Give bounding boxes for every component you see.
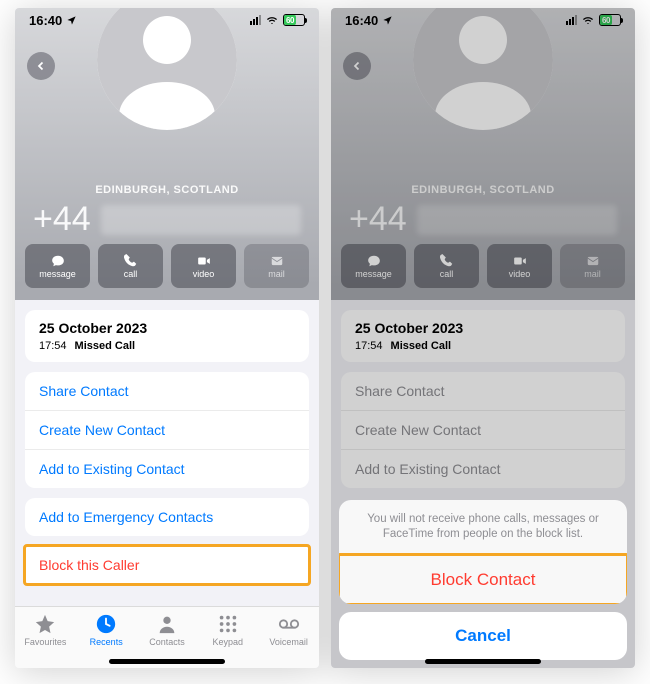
contact-location: EDINBURGH, SCOTLAND [15,184,319,196]
emergency-list: Add to Emergency Contacts [25,498,309,536]
wifi-icon [581,15,595,26]
add-emergency-contacts[interactable]: Add to Emergency Contacts [25,498,309,536]
chevron-left-icon [35,59,47,73]
call-time: 17:54 [355,340,383,352]
signal-icon [250,15,261,25]
add-existing-contact[interactable]: Add to Existing Contact [25,449,309,488]
status-time: 16:40 [345,13,378,28]
add-existing-contact[interactable]: Add to Existing Contact [341,449,625,488]
message-icon [50,254,66,268]
contact-hero: EDINBURGH, SCOTLAND +44 message call vid… [331,8,635,300]
cancel-button[interactable]: Cancel [339,612,627,660]
location-icon [382,15,393,26]
mail-icon [585,254,601,268]
video-button[interactable]: video [171,244,236,288]
keypad-icon [217,613,239,635]
tab-voicemail[interactable]: Voicemail [261,613,317,647]
phone-icon [439,254,455,268]
chevron-left-icon [351,59,363,73]
contact-number: +44 [349,200,617,239]
back-button[interactable] [27,52,55,80]
video-button[interactable]: video [487,244,552,288]
status-bar: 16:40 60 [15,8,319,32]
contact-number: +44 [33,200,301,239]
call-log-card: 25 October 2023 17:54 Missed Call [25,310,309,362]
hero-actions: message call video mail [341,244,625,288]
star-icon [34,613,56,635]
block-this-caller[interactable]: Block this Caller [25,546,309,584]
phone-icon [123,254,139,268]
call-button[interactable]: call [414,244,479,288]
hero-actions: message call video mail [25,244,309,288]
contact-options-list: Share Contact Create New Contact Add to … [25,372,309,488]
mail-button: mail [244,244,309,288]
action-sheet-message: You will not receive phone calls, messag… [339,500,627,555]
message-button[interactable]: message [25,244,90,288]
contact-options-list: Share Contact Create New Contact Add to … [341,372,625,488]
signal-icon [566,15,577,25]
tab-contacts[interactable]: Contacts [139,613,195,647]
content: 25 October 2023 17:54 Missed Call Share C… [15,300,319,606]
create-new-contact[interactable]: Create New Contact [25,410,309,449]
block-contact-button[interactable]: Block Contact [339,555,627,604]
contact-location: EDINBURGH, SCOTLAND [331,184,635,196]
share-contact[interactable]: Share Contact [25,372,309,410]
action-sheet: You will not receive phone calls, messag… [339,500,627,660]
call-log-card: 25 October 2023 17:54 Missed Call [341,310,625,362]
tab-bar: Favourites Recents Contacts Keypad Voice… [15,606,319,668]
status-bar: 16:40 60 [331,8,635,32]
tab-recents[interactable]: Recents [78,613,134,647]
battery-icon: 60 [599,14,621,26]
tab-keypad[interactable]: Keypad [200,613,256,647]
create-new-contact[interactable]: Create New Contact [341,410,625,449]
contact-hero: EDINBURGH, SCOTLAND +44 message call vid… [15,8,319,300]
status-time: 16:40 [29,13,62,28]
mail-button: mail [560,244,625,288]
home-indicator[interactable] [109,659,225,664]
call-type: Missed Call [75,340,136,352]
home-indicator[interactable] [425,659,541,664]
wifi-icon [265,15,279,26]
number-redacted [417,205,617,235]
call-type: Missed Call [391,340,452,352]
call-date: 25 October 2023 [39,320,295,336]
block-list: Block this Caller [25,546,309,584]
voicemail-icon [278,613,300,635]
share-contact[interactable]: Share Contact [341,372,625,410]
call-time: 17:54 [39,340,67,352]
back-button[interactable] [343,52,371,80]
country-code: +44 [33,200,91,239]
video-icon [512,254,528,268]
clock-icon [95,613,117,635]
message-button[interactable]: message [341,244,406,288]
battery-icon: 60 [283,14,305,26]
tab-favourites[interactable]: Favourites [17,613,73,647]
mail-icon [269,254,285,268]
message-icon [366,254,382,268]
number-redacted [101,205,301,235]
location-icon [66,15,77,26]
call-date: 25 October 2023 [355,320,611,336]
phone-right: 16:40 60 EDINBURGH, SCOTLAND +44 mes [331,8,635,668]
country-code: +44 [349,200,407,239]
person-icon [156,613,178,635]
phone-left: 16:40 60 EDINBURGH, SCOTLAND +44 mes [15,8,319,668]
video-icon [196,254,212,268]
call-button[interactable]: call [98,244,163,288]
